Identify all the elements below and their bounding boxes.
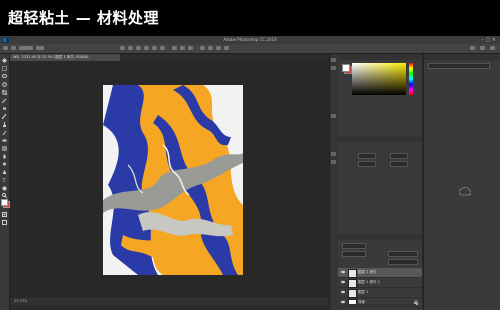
status-bar (10, 298, 328, 305)
screen-mode-icon[interactable] (2, 220, 7, 225)
panel-foreground-swatch[interactable] (342, 64, 350, 72)
color-picker-field[interactable] (352, 63, 406, 95)
workspace-icon[interactable] (480, 46, 485, 50)
distribute-icon[interactable] (172, 46, 177, 50)
libraries-panel (423, 54, 500, 310)
history-panel-icon[interactable] (331, 58, 336, 62)
canvas-area[interactable] (10, 61, 328, 297)
character-panel-icon[interactable] (331, 160, 336, 164)
blend-mode-dropdown[interactable] (342, 251, 366, 257)
layer-name: 图层 1 (358, 290, 369, 294)
opacity-field[interactable] (388, 251, 418, 257)
history-brush-tool-icon[interactable] (2, 130, 7, 135)
app-window-title: Adobe Photoshop CC 2018 (223, 37, 277, 42)
distribute-icon[interactable] (180, 46, 185, 50)
dodge-tool-icon[interactable] (2, 162, 7, 167)
marquee-tool-icon[interactable] (2, 66, 7, 71)
layer-actions-bar[interactable] (344, 304, 416, 308)
align-top-icon[interactable] (144, 46, 149, 50)
library-dropdown[interactable] (428, 63, 490, 69)
align-left-icon[interactable] (120, 46, 125, 50)
move-tool-icon[interactable] (2, 58, 7, 63)
move-tool-icon[interactable] (11, 46, 16, 50)
crop-tool-icon[interactable] (2, 90, 7, 95)
quick-select-tool-icon[interactable] (2, 82, 7, 87)
eye-icon[interactable] (341, 290, 345, 294)
layer-select-dropdown[interactable] (36, 46, 44, 50)
menu-bar: Adobe Photoshop CC 2018 – □ × (0, 36, 500, 44)
tab-layers[interactable] (338, 234, 422, 240)
adjustments-panel-icon[interactable] (331, 114, 336, 118)
page-title: 超轻粘土 — 材料处理 (8, 9, 159, 27)
zoom-level[interactable]: 33.33% (14, 298, 27, 305)
share-icon[interactable] (490, 46, 495, 50)
align-middle-icon[interactable] (152, 46, 157, 50)
type-tool-icon[interactable]: T (2, 178, 7, 184)
search-icon[interactable] (470, 46, 475, 50)
3d-mode-icon[interactable] (208, 46, 213, 50)
width-field[interactable] (358, 153, 376, 159)
y-field[interactable] (390, 161, 408, 167)
clone-stamp-tool-icon[interactable] (2, 122, 7, 127)
blur-tool-icon[interactable] (2, 154, 7, 159)
actions-panel-icon[interactable] (331, 66, 336, 70)
collapsed-panels (329, 54, 338, 310)
layer-row[interactable]: 图层 1 (338, 288, 422, 298)
paragraph-panel-icon[interactable] (331, 152, 336, 156)
align-center-icon[interactable] (128, 46, 133, 50)
document-canvas[interactable] (103, 85, 243, 275)
photoshop-window: Adobe Photoshop CC 2018 – □ × T WIL, 233… (0, 36, 500, 310)
foreground-color-swatch[interactable] (1, 199, 8, 206)
hand-tool-icon[interactable] (2, 186, 7, 191)
pen-tool-icon[interactable] (2, 170, 7, 175)
home-icon[interactable] (3, 46, 8, 50)
quick-mask-icon[interactable] (2, 212, 7, 217)
creative-cloud-icon (459, 187, 471, 196)
gradient-tool-icon[interactable] (2, 146, 7, 151)
align-right-icon[interactable] (136, 46, 141, 50)
eyedropper-tool-icon[interactable] (2, 98, 7, 103)
layer-thumbnail (348, 279, 357, 288)
align-bottom-icon[interactable] (160, 46, 165, 50)
distribute-icon[interactable] (188, 46, 193, 50)
zoom-tool-icon[interactable] (2, 193, 7, 198)
layer-filter-dropdown[interactable] (342, 243, 366, 249)
tab-color[interactable] (338, 54, 422, 60)
layer-thumbnail (348, 269, 357, 278)
healing-brush-tool-icon[interactable] (2, 106, 7, 111)
3d-mode-icon[interactable] (200, 46, 205, 50)
auto-select-checkbox[interactable] (19, 46, 33, 50)
3d-mode-icon[interactable] (216, 46, 221, 50)
svg-text:T: T (2, 179, 7, 184)
document-tab[interactable]: WIL, 2332.40 @ 33.3% (图层 1 拷贝, RGB/8) (10, 54, 120, 61)
lasso-tool-icon[interactable] (2, 74, 7, 79)
eye-icon[interactable] (341, 280, 345, 284)
fill-field[interactable] (388, 259, 418, 265)
brush-tool-icon[interactable] (2, 114, 7, 119)
tools-panel: T (0, 54, 10, 310)
layer-name: 图层 1 拷贝 (358, 270, 377, 274)
height-field[interactable] (358, 161, 376, 167)
tab-properties[interactable] (338, 136, 422, 142)
eye-icon[interactable] (341, 270, 345, 274)
window-controls[interactable]: – □ × (481, 37, 496, 43)
layer-row[interactable]: 图层 1 拷贝 (338, 268, 422, 278)
options-bar (0, 44, 500, 54)
hue-slider[interactable] (409, 63, 413, 95)
title-banner: 超轻粘土 — 材料处理 (0, 0, 500, 36)
tab-libraries[interactable] (424, 54, 500, 60)
clay-artwork (103, 85, 243, 275)
layer-thumbnail (348, 289, 357, 298)
layer-name: 图层 1 拷贝 2 (358, 280, 380, 284)
eraser-tool-icon[interactable] (2, 138, 7, 143)
3d-mode-icon[interactable] (224, 46, 229, 50)
layer-row[interactable]: 图层 1 拷贝 2 (338, 278, 422, 288)
x-field[interactable] (390, 153, 408, 159)
panel-column: 图层 1 拷贝 图层 1 拷贝 2 图层 1 背景 (338, 54, 422, 310)
